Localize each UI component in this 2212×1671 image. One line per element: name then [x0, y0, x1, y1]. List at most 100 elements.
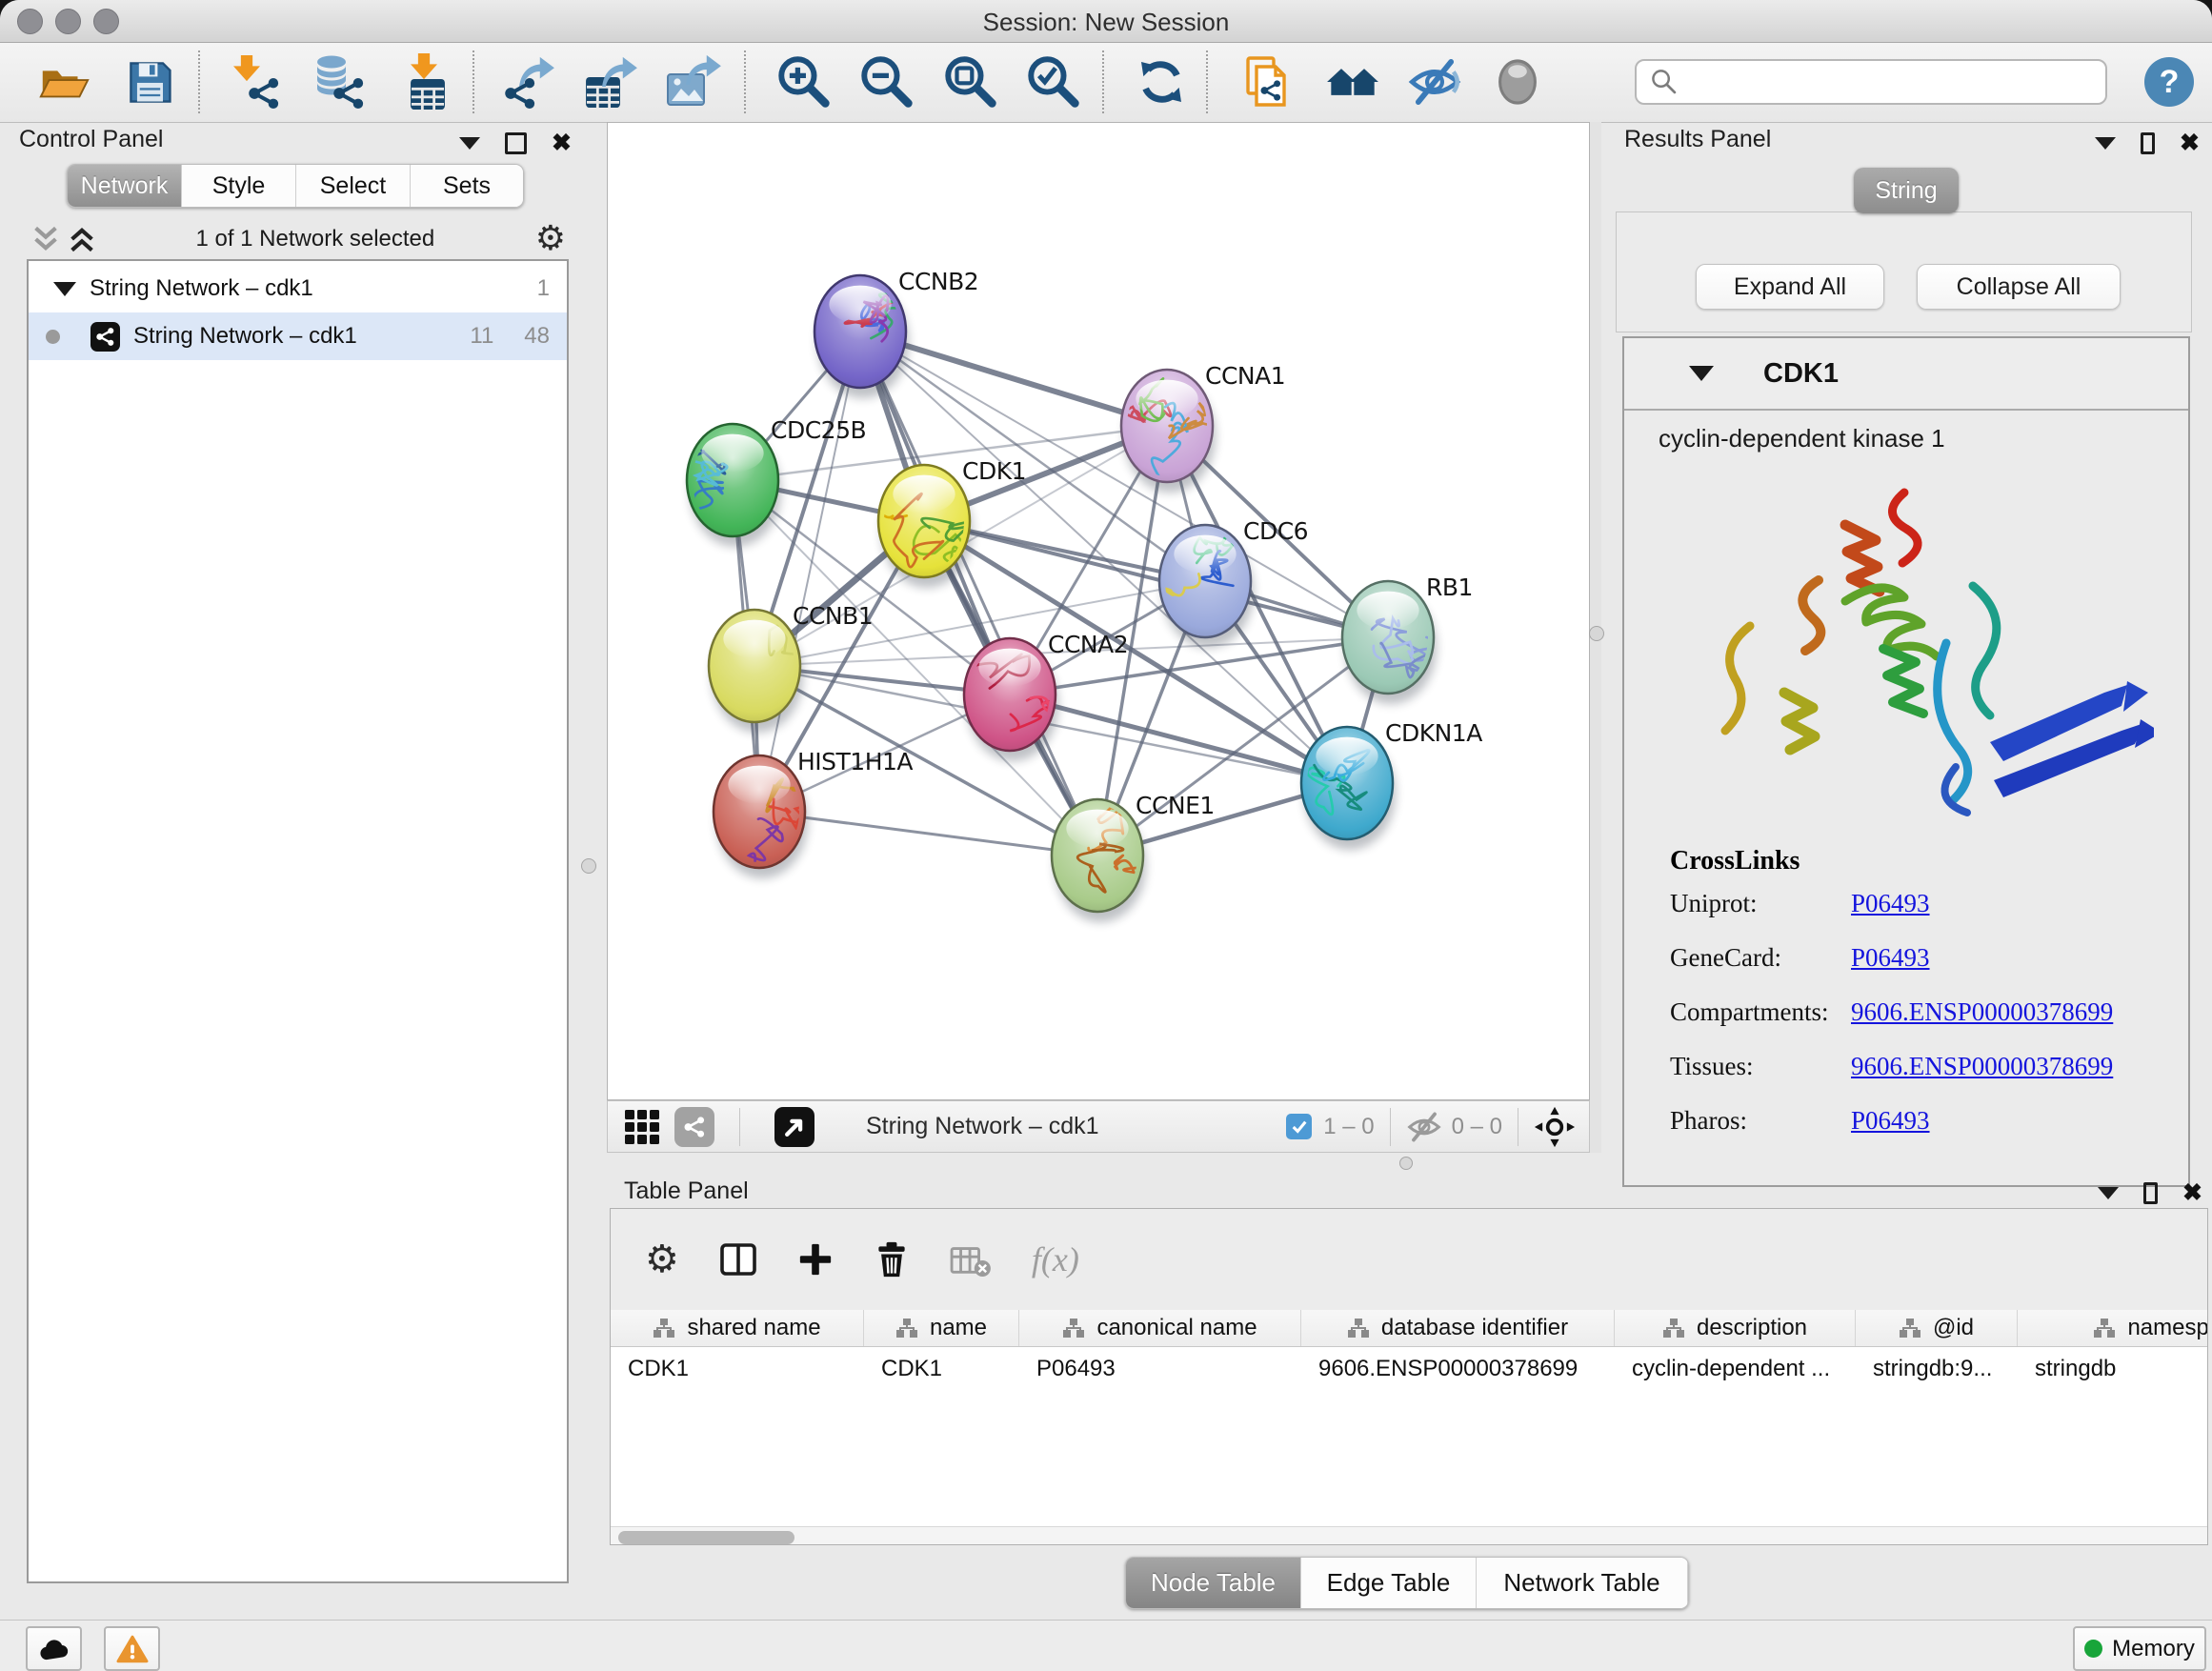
network-collection-row[interactable]: String Network – cdk1 1 [29, 265, 567, 312]
cell-namespace[interactable]: stringdb [2018, 1356, 2207, 1382]
network-node-ccna1[interactable]: CCNA1 [1117, 362, 1286, 493]
birds-eye-view-icon[interactable] [774, 1107, 814, 1147]
home-pages-icon[interactable] [1322, 52, 1381, 111]
import-table-from-file-icon[interactable] [398, 52, 457, 111]
horizontal-scrollbar[interactable] [611, 1526, 2207, 1545]
tab-select[interactable]: Select [296, 165, 411, 207]
column-type-icon [1662, 1318, 1685, 1339]
network-node-ccnb1[interactable]: CCNB1 [709, 602, 873, 733]
network-node-ccnb2[interactable]: CCNB2 [814, 268, 978, 398]
save-session-icon[interactable] [120, 52, 179, 111]
scrollbar-thumb[interactable] [618, 1531, 794, 1544]
disclosure-triangle-icon[interactable] [53, 282, 76, 296]
selected-checkbox-icon[interactable] [1286, 1114, 1312, 1139]
expand-all-button[interactable]: Expand All [1696, 264, 1884, 310]
expand-all-icon[interactable] [69, 225, 95, 253]
panel-float-icon[interactable] [2143, 1182, 2158, 1204]
panel-menu-icon[interactable] [459, 137, 480, 150]
open-session-icon[interactable] [34, 52, 93, 111]
cell-shared-name[interactable]: CDK1 [611, 1356, 864, 1382]
zoom-out-icon[interactable] [857, 52, 916, 111]
refresh-layout-icon[interactable] [1132, 52, 1191, 111]
crosslink-link[interactable]: P06493 [1851, 889, 1930, 918]
column-header[interactable]: shared name [611, 1310, 864, 1346]
create-column-plus-icon[interactable] [797, 1241, 834, 1278]
network-view-canvas[interactable]: CCNB2CCNA1CDC25BCDK1CDC6RB1CCNB1CCNA2CDK… [607, 122, 1590, 1100]
cell-database-identifier[interactable]: 9606.ENSP00000378699 [1301, 1356, 1615, 1382]
panel-close-icon[interactable]: ✖ [552, 131, 572, 155]
export-image-icon[interactable] [663, 52, 722, 111]
crosslink-link[interactable]: 9606.ENSP00000378699 [1851, 997, 2113, 1027]
toolbar-separator [1206, 50, 1208, 113]
memory-button[interactable]: Memory [2073, 1626, 2206, 1671]
collapse-all-button[interactable]: Collapse All [1917, 264, 2121, 310]
zoom-selected-icon[interactable] [1024, 52, 1083, 111]
table-options-gear-icon[interactable]: ⚙ [645, 1240, 679, 1278]
cell-canonical-name[interactable]: P06493 [1019, 1356, 1301, 1382]
export-table-icon[interactable] [581, 52, 640, 111]
cell-id[interactable]: stringdb:9... [1856, 1356, 2018, 1382]
search-input[interactable] [1679, 68, 2082, 96]
cell-name[interactable]: CDK1 [864, 1356, 1019, 1382]
network-options-gear-icon[interactable]: ⚙ [535, 222, 566, 256]
grid-view-icon[interactable] [623, 1108, 661, 1146]
tab-sets[interactable]: Sets [411, 165, 523, 207]
crosslink-link[interactable]: P06493 [1851, 1106, 1930, 1136]
delete-column-trash-icon[interactable] [874, 1240, 910, 1278]
right-splitter-handle[interactable] [1589, 626, 1604, 641]
crosslink-link[interactable]: 9606.ENSP00000378699 [1851, 1052, 2113, 1081]
network-node-hist1h1a[interactable]: HIST1H1A [714, 748, 913, 879]
left-splitter-handle[interactable] [581, 858, 596, 874]
tab-edge-table[interactable]: Edge Table [1301, 1558, 1477, 1608]
zoom-in-icon[interactable] [774, 52, 834, 111]
network-node-cdkn1a[interactable]: CDKN1A [1301, 719, 1482, 850]
share-document-icon[interactable] [1238, 52, 1297, 111]
disclosure-triangle-icon[interactable] [1689, 366, 1714, 381]
panel-menu-icon[interactable] [2098, 1187, 2119, 1199]
column-header[interactable]: database identifier [1301, 1310, 1615, 1346]
tab-style[interactable]: Style [182, 165, 296, 207]
column-header[interactable]: description [1615, 1310, 1856, 1346]
network-row-selected[interactable]: String Network – cdk1 11 48 [29, 312, 567, 360]
hide-show-icon[interactable] [1405, 52, 1464, 111]
network-node-ccne1[interactable]: CCNE1 [1052, 785, 1215, 922]
search-icon [1650, 68, 1679, 96]
tab-node-table[interactable]: Node Table [1126, 1558, 1301, 1608]
tab-string[interactable]: String [1854, 168, 1959, 213]
table-row[interactable]: CDK1 CDK1 P06493 9606.ENSP00000378699 cy… [611, 1347, 2207, 1391]
import-network-from-database-icon[interactable] [310, 52, 369, 111]
network-node-cdc6[interactable]: CDC6 [1159, 517, 1308, 648]
zoom-fit-icon[interactable] [941, 52, 1000, 111]
help-button[interactable]: ? [2144, 57, 2194, 107]
cell-description[interactable]: cyclin-dependent ... [1615, 1356, 1856, 1382]
panel-float-icon[interactable] [505, 132, 527, 154]
cloud-status-button[interactable] [26, 1626, 82, 1671]
tab-network-table[interactable]: Network Table [1477, 1558, 1688, 1608]
panel-menu-icon[interactable] [2095, 137, 2116, 150]
network-node-cdc25b[interactable]: CDC25B [662, 416, 867, 547]
column-header[interactable]: @id [1856, 1310, 2018, 1346]
table-panel-window-buttons: ✖ [2098, 1181, 2202, 1205]
control-panel-window-buttons: ✖ [459, 131, 581, 155]
fit-selected-crosshair-icon[interactable] [1534, 1106, 1576, 1148]
protein-card-header[interactable]: CDK1 [1624, 338, 2188, 411]
column-header[interactable]: canonical name [1019, 1310, 1301, 1346]
show-columns-icon[interactable] [719, 1240, 757, 1278]
column-header[interactable]: name [864, 1310, 1019, 1346]
panel-close-icon[interactable]: ✖ [2180, 131, 2200, 155]
tab-network[interactable]: Network [68, 165, 182, 207]
column-header[interactable]: namespace [2018, 1310, 2207, 1346]
export-network-icon[interactable] [500, 52, 559, 111]
panel-float-icon[interactable] [2141, 132, 2155, 154]
import-network-from-file-icon[interactable] [227, 52, 286, 111]
bottom-splitter-handle[interactable] [1399, 1157, 1413, 1170]
crosslink-link[interactable]: P06493 [1851, 943, 1930, 973]
warnings-button[interactable] [104, 1626, 160, 1671]
network-share-view-icon[interactable] [674, 1107, 714, 1147]
main-toolbar: ? [0, 43, 2212, 123]
column-type-icon [2093, 1318, 2116, 1339]
network-node-rb1[interactable]: RB1 [1342, 574, 1473, 704]
collapse-all-icon[interactable] [32, 225, 59, 253]
panel-close-icon[interactable]: ✖ [2182, 1181, 2202, 1205]
network-node-ccna2[interactable]: CCNA2 [964, 631, 1128, 761]
